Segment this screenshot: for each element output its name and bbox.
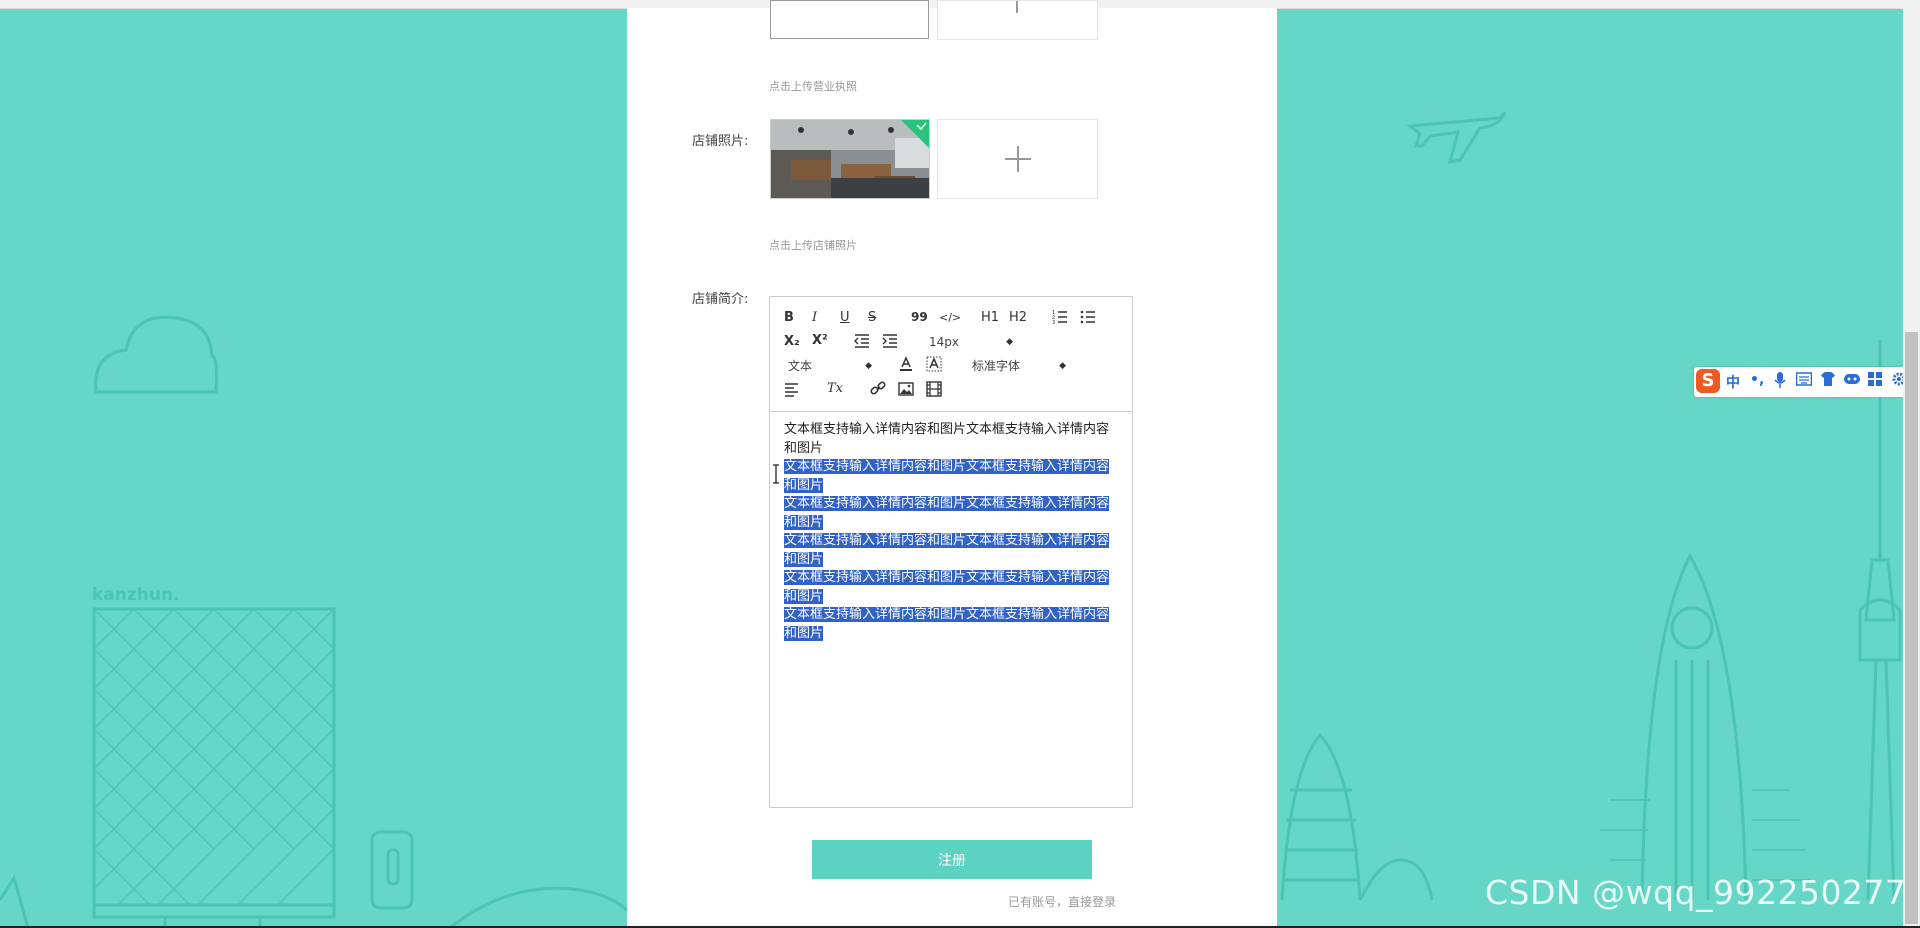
font-color-icon[interactable] [898,356,914,372]
ime-mode-toggle[interactable]: 中 [1726,372,1740,392]
chevron-updown-icon: ◆ [865,361,872,371]
ime-punct-toggle[interactable]: •, [1750,372,1764,388]
link-icon[interactable] [870,381,886,397]
image-icon[interactable] [898,381,914,397]
strikethrough-button[interactable]: S [868,310,876,326]
quote-button[interactable]: 99 [911,309,928,325]
license-image-box[interactable] [770,0,929,39]
indent-icon[interactable] [882,333,898,349]
license-upload-box[interactable] [937,0,1098,40]
login-link[interactable]: 已有账号，直接登录 [1008,893,1116,910]
font-family-select[interactable]: 标准字体 ◆ [972,358,1066,374]
paragraph: 文本框支持输入详情内容和图片文本框支持输入详情内容 和图片 [784,422,1110,456]
paragraph-selected: 文本框支持输入详情内容和图片文本框支持输入详情内容 和图片 [784,459,1110,493]
shop-photo-upload-box[interactable] [937,119,1098,199]
font-family-value: 标准字体 [972,359,1021,373]
apps-grid-icon[interactable] [1868,372,1882,390]
plus-icon [1004,146,1031,172]
underline-button[interactable]: U [840,310,850,326]
code-button[interactable]: </> [939,310,961,326]
font-size-value: 14px [929,335,959,349]
clear-format-button[interactable]: Tx [827,381,843,397]
microphone-icon[interactable] [1774,372,1786,392]
plus-icon [1016,1,1018,13]
shop-intro-label: 店铺简介: [692,292,749,307]
license-upload-hint: 点击上传营业执照 [769,80,857,93]
chevron-updown-icon: ◆ [1059,361,1066,371]
skin-shirt-icon[interactable] [1820,372,1836,390]
outdent-icon[interactable] [854,333,870,349]
text-cursor-icon [773,464,779,484]
ordered-list-icon[interactable]: 123 [1052,309,1068,326]
align-icon[interactable] [784,381,800,397]
rich-text-editor[interactable]: B I U S 99 </> H1 H2 123 X₂ X² 14px ◆ 文本… [769,296,1133,808]
shop-photo-upload-hint: 点击上传店铺照片 [769,239,857,252]
editor-content[interactable]: 文本框支持输入详情内容和图片文本框支持输入详情内容 和图片 文本框支持输入详情内容… [784,421,1120,643]
bold-button[interactable]: B [784,310,794,326]
italic-button[interactable]: I [812,310,817,326]
ime-toolbar[interactable]: S 中 •, [1694,367,1920,397]
watermark: CSDN @wqq_992250277 [1485,873,1907,912]
keyboard-icon[interactable] [1795,372,1813,390]
background-brand-text: kanzhun. [92,585,180,605]
block-type-value: 文本 [788,359,813,373]
page-scrollbar-thumb[interactable] [1905,332,1918,924]
editor-toolbar: B I U S 99 </> H1 H2 123 X₂ X² 14px ◆ 文本… [770,297,1132,412]
paragraph-selected: 文本框支持输入详情内容和图片文本框支持输入详情内容 和图片 [784,607,1110,641]
heading1-button[interactable]: H1 [981,310,999,326]
svg-text:3: 3 [1052,320,1055,325]
paragraph-selected: 文本框支持输入详情内容和图片文本框支持输入详情内容 和图片 [784,496,1110,530]
block-type-select[interactable]: 文本 ◆ [788,358,872,374]
register-button[interactable]: 注册 [812,840,1092,879]
subscript-button[interactable]: X₂ [784,334,800,350]
chevron-updown-icon: ◆ [1006,337,1013,347]
font-size-select[interactable]: 14px ◆ [929,334,1013,350]
shop-photo-thumbnail[interactable] [770,119,930,199]
video-icon[interactable] [926,381,942,397]
sogou-logo-icon: S [1696,369,1720,393]
superscript-button[interactable]: X² [812,333,828,349]
bullet-list-icon[interactable] [1080,309,1096,325]
gamepad-icon[interactable] [1844,372,1860,390]
paragraph-selected: 文本框支持输入详情内容和图片文本框支持输入详情内容 和图片 [784,533,1110,567]
background-color-icon[interactable] [926,356,942,372]
shop-photo-label: 店铺照片: [692,134,749,149]
paragraph-selected: 文本框支持输入详情内容和图片文本框支持输入详情内容 和图片 [784,570,1110,604]
heading2-button[interactable]: H2 [1009,310,1027,326]
